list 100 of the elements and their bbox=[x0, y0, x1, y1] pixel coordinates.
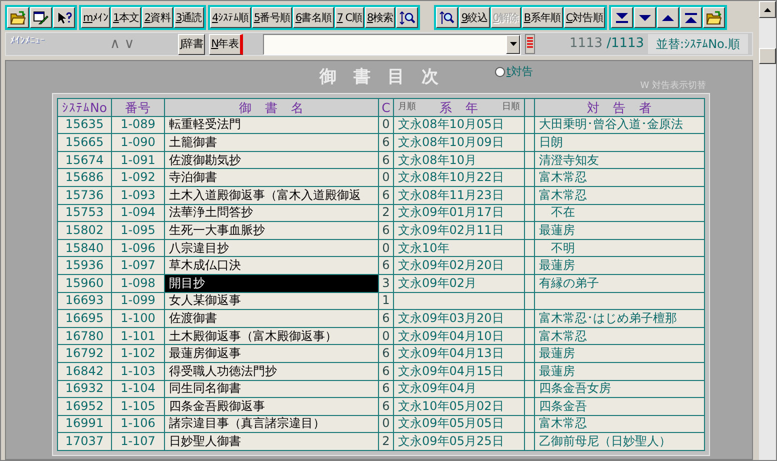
toolbar-button[interactable]: 6書名順 bbox=[293, 7, 334, 28]
table-cell: 16842 bbox=[58, 362, 112, 380]
table-cell: 文永09年01月17日 bbox=[394, 204, 524, 222]
table-cell: 0 bbox=[378, 116, 394, 134]
table-cell: 有縁の弟子 bbox=[534, 274, 704, 292]
table-cell: 文永08年10月 bbox=[394, 151, 524, 169]
toolbar-button[interactable]: 8検索 bbox=[365, 7, 396, 28]
table-cell: 6 bbox=[378, 151, 394, 169]
table-cell: 1-089 bbox=[112, 116, 164, 134]
table-cell: 日妙聖人御書 bbox=[164, 432, 378, 450]
folder-button[interactable] bbox=[703, 7, 726, 28]
toolbar-button[interactable]: 7 C順 bbox=[334, 7, 364, 28]
table-cell: 富木常忍･はじめ弟子檀那 bbox=[534, 310, 704, 328]
table-cell: 16693 bbox=[58, 292, 112, 310]
table-cell: 文永09年02月 bbox=[394, 274, 524, 292]
table-cell: 最蓮房御返事 bbox=[164, 344, 378, 362]
table-cell: 1-090 bbox=[112, 134, 164, 152]
search-button[interactable] bbox=[436, 7, 458, 28]
table-cell: 3 bbox=[378, 274, 394, 292]
table-cell: 6 bbox=[378, 256, 394, 274]
table-cell: 2 bbox=[378, 204, 394, 222]
scroll-thumb[interactable] bbox=[759, 48, 776, 64]
table-cell: 6 bbox=[378, 310, 394, 328]
table-cell: 土木入道殿御返事（富木入道殿御返 bbox=[164, 186, 378, 204]
table-cell: 15686 bbox=[58, 168, 112, 186]
table-cell: 1-091 bbox=[112, 151, 164, 169]
down-icon bbox=[639, 14, 652, 22]
table-cell: 佐渡御書 bbox=[164, 310, 378, 328]
table-cell: 16991 bbox=[58, 415, 112, 433]
toolbar-button[interactable]: J辞書 bbox=[178, 34, 206, 54]
last-button[interactable] bbox=[611, 7, 634, 28]
table-cell: 清澄寺知友 bbox=[534, 151, 704, 169]
scroll-up-button[interactable] bbox=[759, 1, 776, 18]
folder-icon bbox=[706, 10, 722, 24]
up-arrow-icon bbox=[764, 8, 771, 12]
edit-icon bbox=[33, 10, 49, 24]
table-cell: 最蓮房 bbox=[534, 344, 704, 362]
table-cell: 6 bbox=[378, 186, 394, 204]
folder-icon bbox=[10, 10, 26, 24]
table-cell: 草木成仏口決 bbox=[164, 256, 378, 274]
toolbar-button[interactable]: B系年順 bbox=[522, 7, 563, 28]
down-button[interactable] bbox=[634, 7, 656, 28]
table-cell: 佐渡御勘気抄 bbox=[164, 151, 378, 169]
table-cell: 富木常忍 bbox=[534, 168, 704, 186]
table-cell: 乙御前母尼（日妙聖人） bbox=[534, 432, 704, 450]
table-cell: 文永09年02月20日 bbox=[394, 256, 524, 274]
table-cell: 文永09年04月 bbox=[394, 380, 524, 398]
first-icon bbox=[685, 12, 698, 22]
sort-order-label: 並替:ｼｽﾃﾑNo.順 bbox=[648, 34, 748, 54]
table-cell: 16780 bbox=[58, 327, 112, 345]
table-cell: 1-100 bbox=[112, 310, 164, 328]
table-cell: 文永09年04月13日 bbox=[394, 344, 524, 362]
edit-button[interactable] bbox=[30, 7, 52, 28]
toolbar-button[interactable]: C対告順 bbox=[564, 7, 606, 28]
table-cell: 6 bbox=[378, 222, 394, 240]
table-cell: 最蓮房 bbox=[534, 256, 704, 274]
table-cell: 文永09年02月11日 bbox=[394, 222, 524, 240]
pointer-button[interactable] bbox=[53, 7, 75, 28]
table-cell: 6 bbox=[378, 380, 394, 398]
first-button[interactable] bbox=[680, 7, 702, 28]
record-total: /1113 bbox=[606, 35, 644, 54]
sort-search-button[interactable] bbox=[396, 7, 418, 28]
table-cell: 寺泊御書 bbox=[164, 168, 378, 186]
toolbar-button[interactable]: N年表 bbox=[209, 34, 243, 54]
table-cell: 文永08年11月23日 bbox=[394, 186, 524, 204]
table-cell: 17037 bbox=[58, 432, 112, 450]
column-header: ｼｽﾃﾑNo bbox=[58, 98, 112, 116]
column-header: 対 告 者 bbox=[534, 98, 704, 116]
table-cell: 15635 bbox=[58, 116, 112, 134]
folder-button[interactable] bbox=[7, 7, 29, 28]
table-cell: 文永08年10月22日 bbox=[394, 168, 524, 186]
table-cell: 1-097 bbox=[112, 256, 164, 274]
table-cell: 16932 bbox=[58, 380, 112, 398]
table-cell: 同生同名御書 bbox=[164, 380, 378, 398]
table-cell: 富木常忍 bbox=[534, 186, 704, 204]
toolbar-button[interactable]: 4ｼｽﾃﾑ順 bbox=[210, 7, 251, 28]
table-cell: 文永09年04月10日 bbox=[394, 327, 524, 345]
table-cell: 富木常忍 bbox=[534, 415, 704, 433]
table-cell: 諸宗違目事（真言諸宗違目） bbox=[164, 415, 378, 433]
toolbar-button[interactable]: 5番号順 bbox=[252, 7, 292, 28]
table-cell: 0 bbox=[378, 239, 394, 257]
table-cell: 八宗違目抄 bbox=[164, 239, 378, 257]
table-cell: 土籠御書 bbox=[164, 134, 378, 152]
table-cell: 四条金吾殿御返事 bbox=[164, 398, 378, 416]
table-cell: 6 bbox=[378, 398, 394, 416]
table-cell: 16792 bbox=[58, 344, 112, 362]
toolbar-button[interactable]: 1本文 bbox=[111, 7, 142, 28]
ruler-icon[interactable] bbox=[525, 34, 536, 54]
table-cell: 1-095 bbox=[112, 222, 164, 240]
column-header: C bbox=[378, 98, 394, 116]
table-cell: 15736 bbox=[58, 186, 112, 204]
up-button[interactable] bbox=[657, 7, 680, 28]
table-cell: 15840 bbox=[58, 239, 112, 257]
toolbar-button[interactable]: 2資料 bbox=[142, 7, 173, 28]
table-cell: 土木殿御返事（富木殿御返事） bbox=[164, 327, 378, 345]
toolbar-button[interactable]: 3通読 bbox=[174, 7, 204, 28]
table-cell: 文永09年04月15日 bbox=[394, 362, 524, 380]
toolbar-button[interactable]: 9絞込 bbox=[459, 7, 490, 28]
toolbar-button[interactable]: mﾒｲﾝ bbox=[81, 7, 110, 28]
dropdown-field[interactable] bbox=[262, 34, 522, 54]
